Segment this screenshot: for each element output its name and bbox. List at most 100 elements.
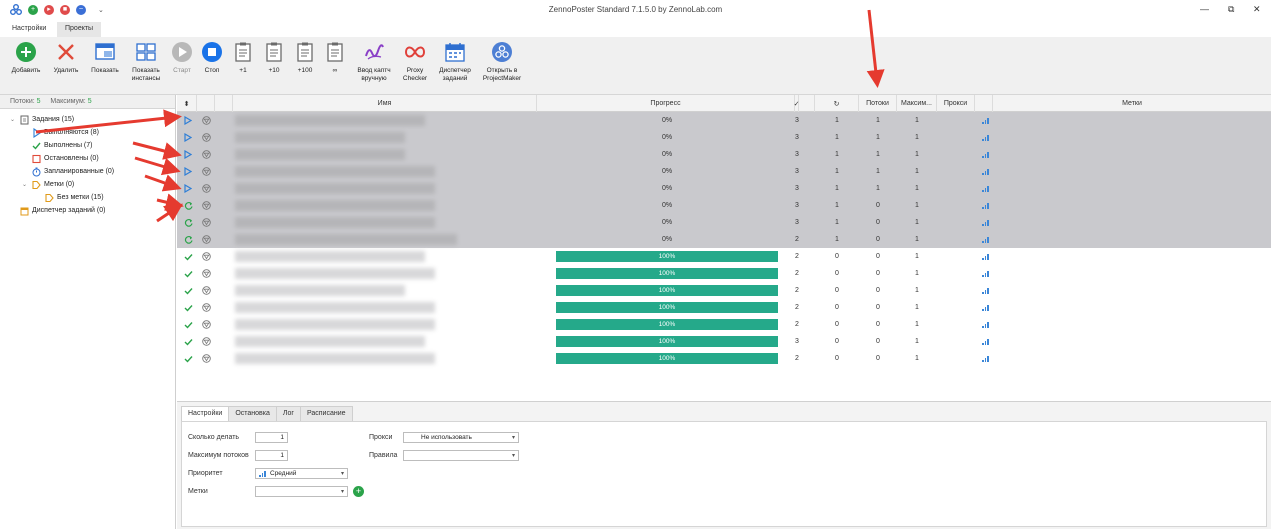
progress-bar: 100%	[556, 302, 778, 313]
progress-column-header[interactable]: Прогресс	[537, 95, 795, 112]
priority-bars-icon	[982, 338, 989, 345]
tab-projects[interactable]: Проекты	[57, 22, 102, 37]
clipboard-icon	[232, 41, 254, 63]
tags-label: Метки	[188, 488, 208, 495]
threads-count-cell: 1	[876, 117, 880, 124]
manual-captcha-button[interactable]: Ввод каптч вручную	[354, 41, 394, 83]
done-count-cell: 2	[795, 287, 799, 294]
proxy-checker-button[interactable]: Proxy Checker	[395, 41, 435, 83]
show-instances-button[interactable]: Показать инстансы	[126, 41, 166, 83]
open-projectmaker-button[interactable]: Открыть в ProjectMaker	[482, 41, 522, 83]
tags-select[interactable]: ▾	[255, 486, 348, 497]
tree-item-tags[interactable]: ⌄ Метки (0)	[22, 178, 74, 191]
table-row[interactable]: 0% 3 1 1 1	[177, 112, 1271, 129]
tab-stop[interactable]: Остановка	[228, 406, 277, 421]
done-count-cell: 2	[795, 270, 799, 277]
tree-item-tasks[interactable]: ⌄ Задания (15)	[10, 113, 74, 126]
priority-bars-icon	[982, 270, 989, 277]
priority-bars-icon	[982, 168, 989, 175]
done-count-cell: 2	[795, 236, 799, 243]
minimize-button[interactable]: —	[1200, 4, 1209, 14]
add-button[interactable]: Добавить	[6, 41, 46, 75]
play-outline-icon	[31, 127, 41, 138]
timer-icon	[31, 167, 41, 177]
status-column-header[interactable]	[197, 95, 215, 112]
table-row[interactable]: 100% 2 0 0 1	[177, 282, 1271, 299]
priority-bars-icon	[982, 151, 989, 158]
priority-bars-icon	[982, 355, 989, 362]
threads-count-cell: 0	[876, 236, 880, 243]
repeat-count-cell: 0	[835, 287, 839, 294]
table-row[interactable]: 100% 2 0 0 1	[177, 350, 1271, 367]
table-row[interactable]: 0% 3 1 1 1	[177, 129, 1271, 146]
done-count-cell: 3	[795, 168, 799, 175]
priority-select[interactable]: Средний ▾	[255, 468, 348, 479]
tags-column-header[interactable]: Метки	[993, 95, 1271, 112]
proxy-select[interactable]: Не использовать ▾	[403, 432, 519, 443]
progress-bar: 100%	[556, 353, 778, 364]
expand-icon[interactable]: ⌄	[22, 181, 31, 188]
max-column-header[interactable]: Максим...	[897, 95, 937, 112]
tree-item-completed[interactable]: Выполнены (7)	[31, 139, 92, 152]
max-threads-cell: 1	[915, 168, 919, 175]
progress-bar: 100%	[556, 268, 778, 279]
add-tag-button[interactable]: +	[353, 486, 364, 497]
threads-count-cell: 0	[876, 253, 880, 260]
tree-item-task-scheduler[interactable]: Диспетчер заданий (0)	[19, 204, 105, 217]
repeat-column-header[interactable]: ↻	[815, 95, 859, 112]
delete-button[interactable]: Удалить	[46, 41, 86, 75]
tab-log[interactable]: Лог	[275, 406, 301, 421]
add-infinite-button[interactable]: ∞	[315, 41, 355, 75]
show-window-icon	[94, 41, 116, 63]
repeat-count-cell: 0	[835, 304, 839, 311]
name-column-header[interactable]: Имя	[233, 95, 537, 112]
rules-select[interactable]: ▾	[403, 450, 519, 461]
table-row[interactable]: 100% 2 0 0 1	[177, 316, 1271, 333]
threads-summary: Потоки: 5 Максимум: 5	[0, 95, 175, 109]
tag-icon	[31, 180, 41, 190]
table-row[interactable]: 0% 3 1 0 1	[177, 197, 1271, 214]
tree-item-untagged[interactable]: Без метки (15)	[44, 191, 104, 204]
project-type-icon	[199, 350, 213, 367]
restore-button[interactable]: ⧉	[1228, 4, 1234, 15]
sort-column-header[interactable]: ⬍	[177, 95, 197, 112]
task-scheduler-button[interactable]: Диспетчер заданий	[435, 41, 475, 83]
max-threads-input[interactable]: 1	[255, 450, 288, 461]
tree-item-stopped[interactable]: Остановлены (0)	[31, 152, 99, 165]
type-column-header[interactable]	[215, 95, 233, 112]
table-row[interactable]: 100% 2 0 0 1	[177, 265, 1271, 282]
table-row[interactable]: 0% 3 1 0 1	[177, 214, 1271, 231]
done-count-cell: 2	[795, 304, 799, 311]
tree-item-scheduled[interactable]: Запланированные (0)	[31, 165, 114, 178]
tasks-icon	[19, 115, 29, 125]
proxy-column-header[interactable]: Прокси	[937, 95, 975, 112]
table-row[interactable]: 100% 2 0 0 1	[177, 248, 1271, 265]
done-column-header[interactable]: ✓	[779, 95, 815, 112]
expand-icon[interactable]: ⌄	[10, 116, 19, 123]
show-button[interactable]: Показать	[85, 41, 125, 75]
close-button[interactable]: ✕	[1253, 4, 1261, 15]
project-type-icon	[199, 265, 213, 282]
tag-icon-column-header[interactable]	[975, 95, 993, 112]
add-icon	[15, 41, 37, 63]
how-many-input[interactable]: 1	[255, 432, 288, 443]
tab-schedule[interactable]: Расписание	[299, 406, 353, 421]
max-threads-cell: 1	[915, 151, 919, 158]
threads-count-cell: 0	[876, 287, 880, 294]
table-row[interactable]: 0% 2 1 0 1	[177, 231, 1271, 248]
task-name-redacted	[235, 183, 435, 194]
chevron-down-icon: ▾	[340, 489, 344, 495]
table-row[interactable]: 0% 3 1 1 1	[177, 163, 1271, 180]
table-row[interactable]: 100% 2 0 0 1	[177, 299, 1271, 316]
waiting-status-icon	[181, 231, 195, 248]
done-count-cell: 3	[795, 338, 799, 345]
tab-task-settings[interactable]: Настройки	[181, 406, 230, 421]
running-status-icon	[181, 129, 195, 146]
threads-column-header[interactable]: Потоки	[859, 95, 897, 112]
table-row[interactable]: 100% 3 0 0 1	[177, 333, 1271, 350]
table-row[interactable]: 0% 3 1 1 1	[177, 146, 1271, 163]
running-status-icon	[181, 146, 195, 163]
tab-settings[interactable]: Настройки	[4, 22, 54, 37]
table-row[interactable]: 0% 3 1 1 1	[177, 180, 1271, 197]
tree-item-running[interactable]: Выполняются (8)	[31, 126, 99, 139]
